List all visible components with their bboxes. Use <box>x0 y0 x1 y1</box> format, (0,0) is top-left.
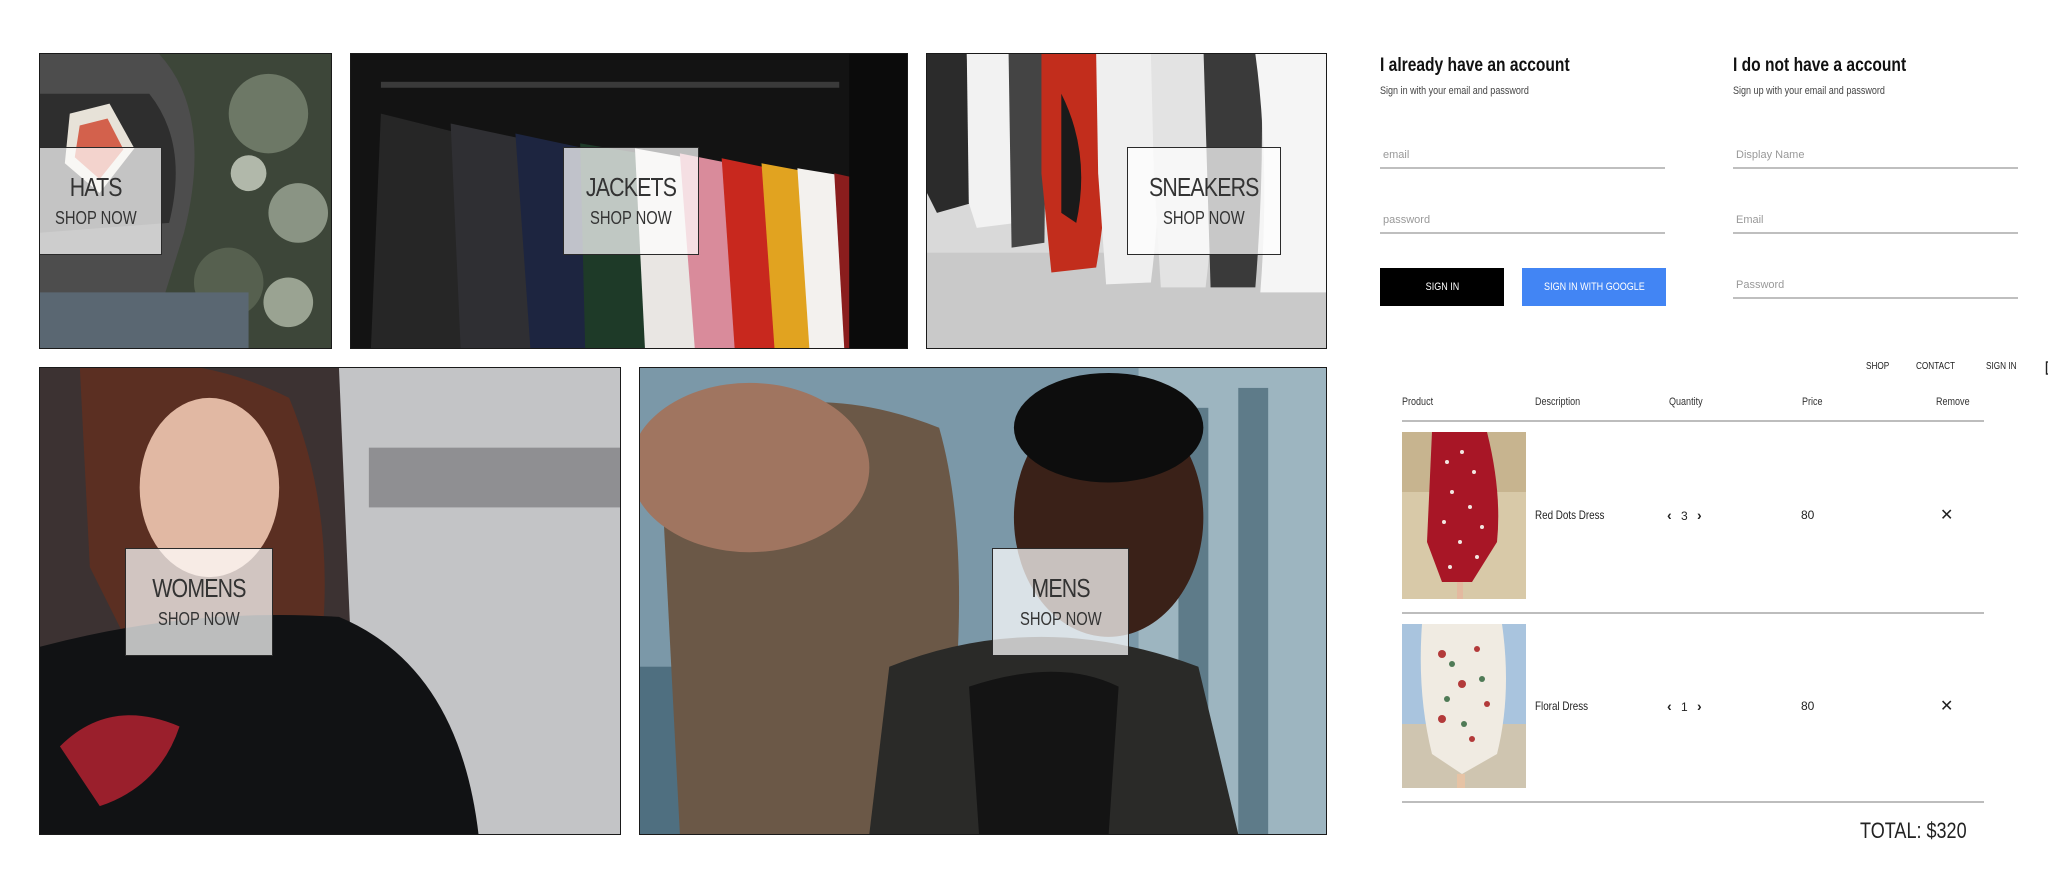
sign-up-subtitle: Sign up with your email and password <box>1733 85 1885 97</box>
remove-item-button[interactable]: ✕ <box>1940 505 1953 525</box>
category-title: MENS <box>1031 573 1090 604</box>
nav-shop-link[interactable]: SHOP <box>1866 361 1894 372</box>
product-image-red-dots-dress <box>1402 432 1526 599</box>
signup-password-field[interactable] <box>1733 275 2024 299</box>
header-quantity: Quantity <box>1669 396 1703 408</box>
remove-item-button[interactable]: ✕ <box>1940 696 1953 716</box>
hats-label-box[interactable]: HATS SHOP NOW <box>40 147 162 255</box>
shop-now-link[interactable]: SHOP NOW <box>1020 609 1102 630</box>
category-title: WOMENS <box>152 573 246 604</box>
womens-label-box[interactable]: WOMENS SHOP NOW <box>125 548 273 656</box>
header-product: Product <box>1402 396 1434 408</box>
sign-up-title: I do not have a account <box>1733 55 1907 76</box>
sign-up-section: I do not have a account Sign up with you… <box>1733 55 2023 97</box>
mens-label-box[interactable]: MENS SHOP NOW <box>992 548 1129 656</box>
nav-sign-in-link[interactable]: SIGN IN <box>1986 361 2023 372</box>
row-divider <box>1402 801 1984 803</box>
sneakers-label-box[interactable]: SNEAKERS SHOP NOW <box>1127 147 1281 255</box>
shop-now-link[interactable]: SHOP NOW <box>1163 208 1245 229</box>
google-sign-in-button[interactable]: SIGN IN WITH GOOGLE <box>1522 268 1666 306</box>
category-tile-sneakers[interactable]: SNEAKERS SHOP NOW <box>926 53 1327 349</box>
cart-header: Product Description Quantity Price Remov… <box>1402 392 1984 422</box>
cart-total: TOTAL: $320 <box>1860 818 1967 843</box>
category-tile-jackets[interactable]: JACKETS SHOP NOW <box>350 53 908 349</box>
quantity-value: 1 <box>1681 700 1688 714</box>
category-title: HATS <box>69 172 123 203</box>
category-title: JACKETS <box>585 172 677 203</box>
nav-contact-link[interactable]: CONTACT <box>1916 361 1964 372</box>
decrease-quantity-button[interactable]: ‹ <box>1667 698 1672 714</box>
decrease-quantity-button[interactable]: ‹ <box>1667 507 1672 523</box>
sign-in-section: I already have an account Sign in with y… <box>1380 55 1670 97</box>
shop-now-link[interactable]: SHOP NOW <box>158 609 240 630</box>
header-description: Description <box>1535 396 1581 408</box>
shop-now-link[interactable]: SHOP NOW <box>55 208 137 229</box>
category-tile-hats[interactable]: HATS SHOP NOW <box>39 53 332 349</box>
sign-in-title: I already have an account <box>1380 55 1570 76</box>
row-divider <box>1402 612 1984 614</box>
signup-password-input[interactable] <box>1733 279 2024 291</box>
sign-in-button[interactable]: SIGN IN <box>1380 268 1504 306</box>
item-price: 80 <box>1801 699 1815 713</box>
header-price: Price <box>1802 396 1823 408</box>
display-name-field[interactable] <box>1733 145 2024 169</box>
item-description: Floral Dress <box>1535 699 1589 713</box>
category-title: SNEAKERS <box>1149 172 1259 203</box>
sign-in-subtitle: Sign in with your email and password <box>1380 85 1529 97</box>
increase-quantity-button[interactable]: › <box>1697 507 1702 523</box>
category-tile-womens[interactable]: WOMENS SHOP NOW <box>39 367 621 835</box>
increase-quantity-button[interactable]: › <box>1697 698 1702 714</box>
item-description: Red Dots Dress <box>1535 508 1605 522</box>
header-remove: Remove <box>1936 396 1970 408</box>
signup-email-input[interactable] <box>1733 214 2024 226</box>
password-input[interactable] <box>1380 214 1671 226</box>
quantity-value: 3 <box>1681 509 1688 523</box>
item-price: 80 <box>1801 508 1815 522</box>
password-field[interactable] <box>1380 210 1671 234</box>
mens-image <box>640 368 1326 834</box>
shop-now-link[interactable]: SHOP NOW <box>590 208 672 229</box>
quantity-control: ‹ 3 › <box>1667 507 1702 523</box>
email-input[interactable] <box>1380 149 1671 161</box>
display-name-input[interactable] <box>1733 149 2024 161</box>
jackets-label-box[interactable]: JACKETS SHOP NOW <box>563 147 699 255</box>
signup-email-field[interactable] <box>1733 210 2024 234</box>
quantity-control: ‹ 1 › <box>1667 698 1702 714</box>
header-nav: SHOP CONTACT SIGN IN 0 <box>1866 357 2048 375</box>
product-image-floral-dress <box>1402 624 1526 788</box>
email-field[interactable] <box>1380 145 1671 169</box>
category-tile-mens[interactable]: MENS SHOP NOW <box>639 367 1327 835</box>
